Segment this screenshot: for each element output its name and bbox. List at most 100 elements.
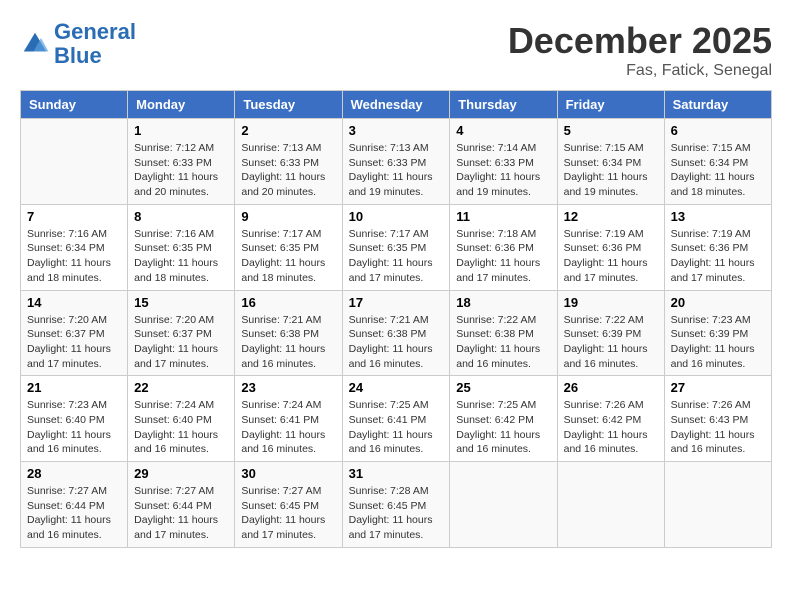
day-cell: 20Sunrise: 7:23 AM Sunset: 6:39 PM Dayli… <box>664 290 771 376</box>
day-number: 29 <box>134 466 228 481</box>
week-row-5: 28Sunrise: 7:27 AM Sunset: 6:44 PM Dayli… <box>21 462 772 548</box>
header-cell-thursday: Thursday <box>450 91 557 119</box>
day-info: Sunrise: 7:24 AM Sunset: 6:40 PM Dayligh… <box>134 398 228 457</box>
day-info: Sunrise: 7:21 AM Sunset: 6:38 PM Dayligh… <box>349 313 444 372</box>
day-number: 24 <box>349 380 444 395</box>
header-cell-saturday: Saturday <box>664 91 771 119</box>
day-info: Sunrise: 7:15 AM Sunset: 6:34 PM Dayligh… <box>671 141 765 200</box>
day-info: Sunrise: 7:12 AM Sunset: 6:33 PM Dayligh… <box>134 141 228 200</box>
day-info: Sunrise: 7:16 AM Sunset: 6:35 PM Dayligh… <box>134 227 228 286</box>
day-number: 3 <box>349 123 444 138</box>
day-number: 23 <box>241 380 335 395</box>
day-cell: 15Sunrise: 7:20 AM Sunset: 6:37 PM Dayli… <box>128 290 235 376</box>
day-number: 11 <box>456 209 550 224</box>
day-cell: 4 Sunrise: 7:14 AM Sunset: 6:33 PM Daylig… <box>450 119 557 205</box>
day-number: 7 <box>27 209 121 224</box>
day-cell: 23 Sunrise: 7:24 AM Sunset: 6:41 PM Dayli… <box>235 376 342 462</box>
header-row: SundayMondayTuesdayWednesdayThursdayFrid… <box>21 91 772 119</box>
day-cell: 12Sunrise: 7:19 AM Sunset: 6:36 PM Dayli… <box>557 204 664 290</box>
day-info: Sunrise: 7:23 AM Sunset: 6:40 PM Dayligh… <box>27 398 121 457</box>
day-info: Sunrise: 7:24 AM Sunset: 6:41 PM Dayligh… <box>241 398 335 457</box>
day-number: 6 <box>671 123 765 138</box>
day-cell: 21Sunrise: 7:23 AM Sunset: 6:40 PM Dayli… <box>21 376 128 462</box>
week-row-1: 1 Sunrise: 7:12 AM Sunset: 6:33 PM Daylig… <box>21 119 772 205</box>
day-cell: 18 Sunrise: 7:22 AM Sunset: 6:38 PM Dayli… <box>450 290 557 376</box>
logo-text: General Blue <box>54 20 136 68</box>
day-cell: 2 Sunrise: 7:13 AM Sunset: 6:33 PM Daylig… <box>235 119 342 205</box>
day-info: Sunrise: 7:27 AM Sunset: 6:45 PM Dayligh… <box>241 484 335 543</box>
day-info: Sunrise: 7:13 AM Sunset: 6:33 PM Dayligh… <box>241 141 335 200</box>
day-number: 9 <box>241 209 335 224</box>
day-cell: 3 Sunrise: 7:13 AM Sunset: 6:33 PM Daylig… <box>342 119 450 205</box>
day-number: 16 <box>241 295 335 310</box>
day-number: 1 <box>134 123 228 138</box>
day-info: Sunrise: 7:22 AM Sunset: 6:38 PM Dayligh… <box>456 313 550 372</box>
day-cell: 16Sunrise: 7:21 AM Sunset: 6:38 PM Dayli… <box>235 290 342 376</box>
day-cell: 25Sunrise: 7:25 AM Sunset: 6:42 PM Dayli… <box>450 376 557 462</box>
day-cell: 6 Sunrise: 7:15 AM Sunset: 6:34 PM Daylig… <box>664 119 771 205</box>
day-cell: 19Sunrise: 7:22 AM Sunset: 6:39 PM Dayli… <box>557 290 664 376</box>
day-cell: 10Sunrise: 7:17 AM Sunset: 6:35 PM Dayli… <box>342 204 450 290</box>
day-info: Sunrise: 7:20 AM Sunset: 6:37 PM Dayligh… <box>134 313 228 372</box>
day-info: Sunrise: 7:26 AM Sunset: 6:42 PM Dayligh… <box>564 398 658 457</box>
day-cell: 28Sunrise: 7:27 AM Sunset: 6:44 PM Dayli… <box>21 462 128 548</box>
day-info: Sunrise: 7:20 AM Sunset: 6:37 PM Dayligh… <box>27 313 121 372</box>
week-row-3: 14 Sunrise: 7:20 AM Sunset: 6:37 PM Dayli… <box>21 290 772 376</box>
day-info: Sunrise: 7:26 AM Sunset: 6:43 PM Dayligh… <box>671 398 765 457</box>
logo: General Blue <box>20 20 136 68</box>
logo-icon <box>20 29 50 59</box>
day-cell: 24 Sunrise: 7:25 AM Sunset: 6:41 PM Dayli… <box>342 376 450 462</box>
day-info: Sunrise: 7:28 AM Sunset: 6:45 PM Dayligh… <box>349 484 444 543</box>
day-cell: 7 Sunrise: 7:16 AM Sunset: 6:34 PM Daylig… <box>21 204 128 290</box>
day-cell <box>664 462 771 548</box>
day-number: 31 <box>349 466 444 481</box>
day-cell: 13 Sunrise: 7:19 AM Sunset: 6:36 PM Dayli… <box>664 204 771 290</box>
day-number: 4 <box>456 123 550 138</box>
day-cell <box>450 462 557 548</box>
day-info: Sunrise: 7:17 AM Sunset: 6:35 PM Dayligh… <box>241 227 335 286</box>
day-info: Sunrise: 7:25 AM Sunset: 6:41 PM Dayligh… <box>349 398 444 457</box>
day-cell <box>21 119 128 205</box>
day-number: 18 <box>456 295 550 310</box>
day-info: Sunrise: 7:15 AM Sunset: 6:34 PM Dayligh… <box>564 141 658 200</box>
day-cell: 29Sunrise: 7:27 AM Sunset: 6:44 PM Dayli… <box>128 462 235 548</box>
day-cell: 17 Sunrise: 7:21 AM Sunset: 6:38 PM Dayli… <box>342 290 450 376</box>
calendar-table: SundayMondayTuesdayWednesdayThursdayFrid… <box>20 90 772 548</box>
day-cell: 26 Sunrise: 7:26 AM Sunset: 6:42 PM Dayli… <box>557 376 664 462</box>
month-title: December 2025 <box>508 20 772 62</box>
header-cell-sunday: Sunday <box>21 91 128 119</box>
day-number: 25 <box>456 380 550 395</box>
day-number: 10 <box>349 209 444 224</box>
header-cell-tuesday: Tuesday <box>235 91 342 119</box>
day-number: 19 <box>564 295 658 310</box>
day-number: 14 <box>27 295 121 310</box>
day-cell: 27 Sunrise: 7:26 AM Sunset: 6:43 PM Dayli… <box>664 376 771 462</box>
day-info: Sunrise: 7:13 AM Sunset: 6:33 PM Dayligh… <box>349 141 444 200</box>
week-row-2: 7 Sunrise: 7:16 AM Sunset: 6:34 PM Daylig… <box>21 204 772 290</box>
day-info: Sunrise: 7:16 AM Sunset: 6:34 PM Dayligh… <box>27 227 121 286</box>
day-number: 20 <box>671 295 765 310</box>
header-cell-monday: Monday <box>128 91 235 119</box>
day-cell: 8Sunrise: 7:16 AM Sunset: 6:35 PM Daylig… <box>128 204 235 290</box>
day-number: 22 <box>134 380 228 395</box>
day-info: Sunrise: 7:19 AM Sunset: 6:36 PM Dayligh… <box>671 227 765 286</box>
day-cell: 9 Sunrise: 7:17 AM Sunset: 6:35 PM Daylig… <box>235 204 342 290</box>
day-number: 2 <box>241 123 335 138</box>
page-header: General Blue December 2025 Fas, Fatick, … <box>20 20 772 80</box>
calendar-header: SundayMondayTuesdayWednesdayThursdayFrid… <box>21 91 772 119</box>
day-cell: 11 Sunrise: 7:18 AM Sunset: 6:36 PM Dayli… <box>450 204 557 290</box>
header-cell-friday: Friday <box>557 91 664 119</box>
day-info: Sunrise: 7:18 AM Sunset: 6:36 PM Dayligh… <box>456 227 550 286</box>
day-info: Sunrise: 7:19 AM Sunset: 6:36 PM Dayligh… <box>564 227 658 286</box>
day-number: 26 <box>564 380 658 395</box>
day-number: 27 <box>671 380 765 395</box>
day-info: Sunrise: 7:14 AM Sunset: 6:33 PM Dayligh… <box>456 141 550 200</box>
day-cell: 5 Sunrise: 7:15 AM Sunset: 6:34 PM Daylig… <box>557 119 664 205</box>
day-number: 13 <box>671 209 765 224</box>
location: Fas, Fatick, Senegal <box>508 62 772 80</box>
day-cell: 31 Sunrise: 7:28 AM Sunset: 6:45 PM Dayli… <box>342 462 450 548</box>
calendar-body: 1 Sunrise: 7:12 AM Sunset: 6:33 PM Daylig… <box>21 119 772 548</box>
day-number: 17 <box>349 295 444 310</box>
day-number: 5 <box>564 123 658 138</box>
day-cell: 30Sunrise: 7:27 AM Sunset: 6:45 PM Dayli… <box>235 462 342 548</box>
